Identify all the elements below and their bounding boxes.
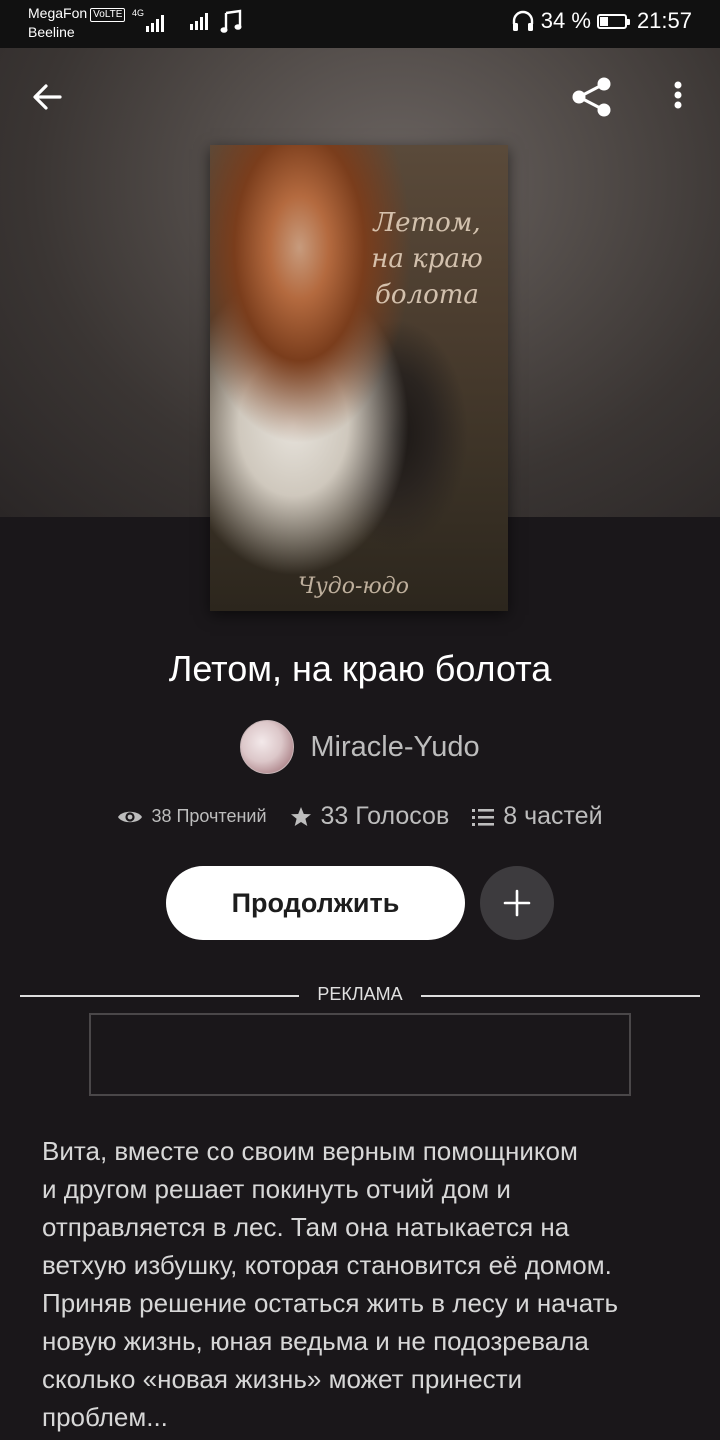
eye-icon [118, 811, 143, 822]
share-button[interactable] [570, 76, 614, 123]
ad-divider-left [20, 995, 299, 997]
more-vert-icon [674, 81, 682, 109]
star-icon [290, 806, 311, 826]
cover-title: Летом, на краю болота [362, 205, 492, 313]
cover-author: Чудо-юдо [298, 574, 409, 599]
back-button[interactable] [30, 80, 64, 119]
votes-count: 33 Голосов [320, 802, 450, 830]
list-icon [472, 808, 495, 826]
stat-parts: 8 частей [471, 802, 603, 831]
add-to-library-button[interactable] [480, 866, 554, 940]
plus-icon [503, 889, 531, 917]
battery-fill [599, 16, 608, 26]
avatar [240, 720, 295, 774]
author-link[interactable]: Miracle-Yudo [0, 720, 720, 774]
headphones-icon [512, 10, 533, 31]
reads-count: 38 Прочтений [151, 806, 267, 826]
book-stats: 38 Прочтений 33 Голосов 8 частей [0, 802, 720, 831]
cover-title-line3: болота [375, 280, 479, 310]
carrier2: Beeline [28, 24, 75, 40]
share-icon [572, 77, 611, 117]
author-name: Miracle-Yudo [310, 730, 480, 763]
stat-votes: 33 Голосов [289, 802, 450, 831]
carrier-info: MegaFon VoLTE Beeline [28, 4, 126, 42]
music-note-icon [220, 9, 244, 38]
book-cover[interactable]: Летом, на краю болота Чудо-юдо [210, 145, 508, 611]
cover-title-line1: Летом, [373, 208, 481, 238]
battery-icon [596, 13, 630, 29]
cover-title-line2: на краю [371, 244, 483, 274]
clock: 21:57 [636, 8, 692, 33]
signal-icon-2 [188, 10, 216, 37]
carrier1: MegaFon [28, 5, 88, 21]
ad-label: РЕКЛАМА [317, 984, 403, 1004]
status-bar: MegaFon VoLTE Beeline 4G 34 % 21:57 [0, 0, 720, 48]
parts-count: 8 частей [503, 802, 603, 830]
arrow-left-icon [33, 84, 62, 110]
more-options-button[interactable] [670, 80, 686, 117]
volte-badge: VoLTE [90, 8, 126, 22]
battery-percent: 34 % [540, 8, 591, 33]
continue-reading-button[interactable]: Продолжить [166, 866, 465, 940]
stat-reads: 38 Прочтений [117, 806, 267, 827]
ad-banner[interactable] [89, 1013, 631, 1096]
book-description: Вита, вместе со своим верным помощником … [42, 1136, 619, 1432]
ad-divider-right [421, 995, 700, 997]
book-title: Летом, на краю болота [168, 648, 552, 689]
status-right: 34 % 21:57 [511, 8, 692, 34]
